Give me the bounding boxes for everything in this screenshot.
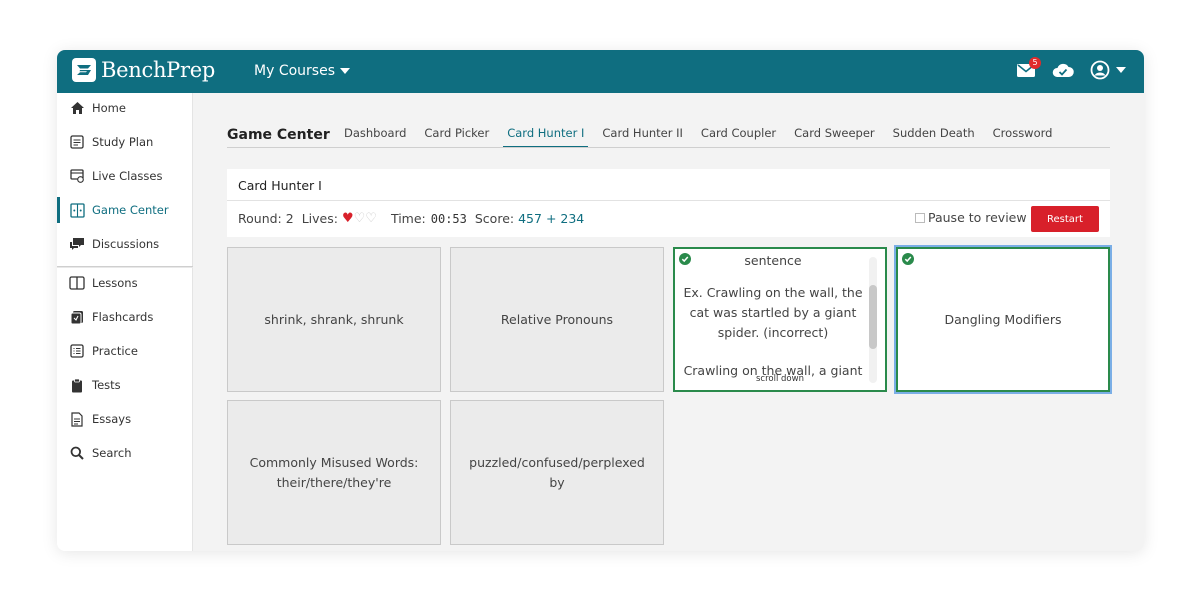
notifications-button[interactable]: 5 bbox=[1016, 57, 1041, 78]
round-value: 2 bbox=[285, 211, 294, 226]
heart-empty-icon: ♡ bbox=[365, 211, 377, 226]
sync-status-button[interactable] bbox=[1052, 62, 1074, 78]
tab-card-hunter-ii[interactable]: Card Hunter II bbox=[602, 126, 683, 148]
game-card-selected[interactable]: Dangling Modifiers bbox=[896, 247, 1110, 392]
practice-icon bbox=[69, 343, 85, 359]
card-text: Commonly Misused Words: their/there/they… bbox=[249, 454, 419, 490]
tests-icon bbox=[69, 377, 85, 393]
tab-card-sweeper[interactable]: Card Sweeper bbox=[794, 126, 875, 148]
pause-to-review-checkbox[interactable]: Pause to review bbox=[915, 210, 1027, 225]
tab-dashboard[interactable]: Dashboard bbox=[344, 126, 406, 148]
sidebar-item-label: Flashcards bbox=[92, 310, 154, 324]
card-text: Dangling Modifiers bbox=[944, 311, 1062, 327]
card-text-line: sentence bbox=[744, 253, 802, 268]
game-card[interactable]: shrink, shrank, shrunk bbox=[227, 247, 441, 392]
tab-card-hunter-i[interactable]: Card Hunter I bbox=[503, 126, 589, 148]
top-bar: BenchPrep My Courses 5 bbox=[57, 50, 1144, 93]
sidebar-item-label: Game Center bbox=[92, 203, 169, 217]
lives-hearts: ♥ ♡ ♡ bbox=[342, 212, 377, 225]
tab-card-coupler[interactable]: Card Coupler bbox=[701, 126, 776, 148]
sidebar-item-flashcards[interactable]: Flashcards bbox=[57, 302, 193, 332]
sidebar-item-search[interactable]: Search bbox=[57, 438, 193, 468]
time-label: Time: bbox=[390, 211, 426, 226]
card-text: Relative Pronouns bbox=[500, 311, 614, 327]
sidebar-item-practice[interactable]: Practice bbox=[57, 336, 193, 366]
cloud-check-icon bbox=[1052, 63, 1074, 77]
lessons-icon bbox=[69, 275, 85, 291]
sidebar: Home Study Plan Live Classes Game Center… bbox=[57, 93, 193, 551]
card-text: puzzled/confused/perplexed by bbox=[469, 454, 645, 490]
sidebar-item-label: Home bbox=[92, 101, 126, 115]
game-center-icon bbox=[69, 202, 85, 218]
game-card[interactable]: puzzled/confused/perplexed by bbox=[450, 400, 664, 545]
user-avatar-icon bbox=[1090, 60, 1110, 80]
sidebar-item-lessons[interactable]: Lessons bbox=[57, 268, 193, 298]
my-courses-dropdown[interactable]: My Courses bbox=[254, 63, 350, 79]
sidebar-item-discussions[interactable]: Discussions bbox=[57, 229, 193, 259]
tabs-divider bbox=[227, 147, 1110, 148]
game-title: Card Hunter I bbox=[238, 178, 322, 193]
user-menu-button[interactable] bbox=[1090, 60, 1126, 80]
caret-down-icon bbox=[340, 68, 350, 74]
brand-logo-icon bbox=[72, 58, 96, 82]
sidebar-item-study-plan[interactable]: Study Plan bbox=[57, 127, 193, 157]
sidebar-item-label: Tests bbox=[92, 378, 121, 392]
caret-down-icon bbox=[1116, 67, 1126, 73]
sidebar-item-label: Live Classes bbox=[92, 169, 163, 183]
game-tabs: Dashboard Card Picker Card Hunter I Card… bbox=[344, 126, 1070, 148]
game-card-matched[interactable]: sentence Ex. Crawling on the wall, the c… bbox=[673, 247, 887, 392]
app-window: BenchPrep My Courses 5 Home Study Plan L… bbox=[57, 50, 1144, 551]
sidebar-item-label: Essays bbox=[92, 412, 132, 426]
page-title: Game Center bbox=[227, 127, 330, 143]
pause-label: Pause to review bbox=[928, 210, 1027, 225]
card-text-line: Ex. Crawling on the wall, the cat was st… bbox=[683, 285, 863, 340]
sidebar-item-label: Lessons bbox=[92, 276, 138, 290]
sidebar-item-label: Practice bbox=[92, 344, 138, 358]
essays-icon bbox=[69, 411, 85, 427]
panel-divider bbox=[227, 200, 1110, 201]
scrollbar-thumb[interactable] bbox=[869, 285, 877, 349]
sidebar-item-label: Study Plan bbox=[92, 135, 154, 149]
discussions-icon bbox=[69, 236, 85, 252]
brand-logo[interactable]: BenchPrep bbox=[71, 57, 215, 83]
sidebar-item-home[interactable]: Home bbox=[57, 93, 193, 123]
tab-card-picker[interactable]: Card Picker bbox=[424, 126, 489, 148]
game-card[interactable]: Commonly Misused Words: their/there/they… bbox=[227, 400, 441, 545]
lives-label: Lives: bbox=[301, 211, 338, 226]
time-value: 00:53 bbox=[430, 211, 467, 226]
game-stats: Round: 2 Lives: ♥ ♡ ♡ Time: 00:53 Score:… bbox=[238, 211, 584, 226]
home-icon bbox=[69, 100, 85, 116]
my-courses-label: My Courses bbox=[254, 63, 335, 79]
game-card[interactable]: Relative Pronouns bbox=[450, 247, 664, 392]
round-label: Round: bbox=[238, 211, 282, 226]
score-value: 457 + 234 bbox=[518, 211, 585, 226]
sidebar-item-game-center[interactable]: Game Center bbox=[57, 195, 193, 225]
score-label: Score: bbox=[474, 211, 515, 226]
sidebar-item-label: Search bbox=[92, 446, 132, 460]
scroll-hint: scroll down bbox=[756, 374, 804, 384]
flashcards-icon bbox=[69, 309, 85, 325]
check-circle-icon bbox=[902, 253, 914, 265]
brand-name: BenchPrep bbox=[101, 58, 216, 82]
card-scrollbar[interactable] bbox=[869, 257, 877, 383]
sidebar-item-live-classes[interactable]: Live Classes bbox=[57, 161, 193, 191]
sidebar-item-tests[interactable]: Tests bbox=[57, 370, 193, 400]
card-text: shrink, shrank, shrunk bbox=[264, 311, 404, 327]
sidebar-item-essays[interactable]: Essays bbox=[57, 404, 193, 434]
sidebar-item-label: Discussions bbox=[92, 237, 160, 251]
checkbox-icon bbox=[915, 212, 925, 223]
live-classes-icon bbox=[69, 168, 85, 184]
check-circle-icon bbox=[679, 253, 691, 265]
heart-full-icon: ♥ bbox=[341, 211, 354, 226]
tab-crossword[interactable]: Crossword bbox=[993, 126, 1053, 148]
game-panel: Card Hunter I Round: 2 Lives: ♥ ♡ ♡ Time… bbox=[227, 169, 1110, 237]
restart-button[interactable]: Restart bbox=[1031, 206, 1099, 232]
heart-empty-icon: ♡ bbox=[353, 211, 366, 226]
notification-badge: 5 bbox=[1029, 57, 1041, 69]
tab-sudden-death[interactable]: Sudden Death bbox=[893, 126, 975, 148]
study-plan-icon bbox=[69, 134, 85, 150]
search-icon bbox=[69, 445, 85, 461]
